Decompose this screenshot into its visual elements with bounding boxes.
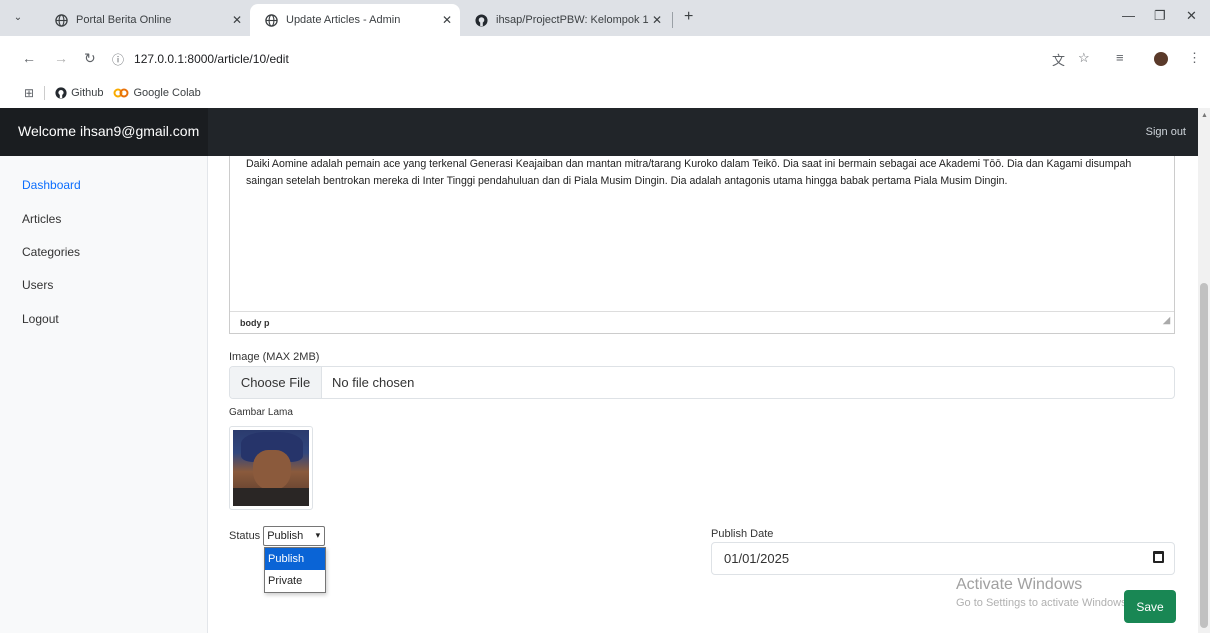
address-bar[interactable]: ⓘ 127.0.0.1:8000/article/10/edit [112, 44, 1072, 74]
bookmark-star-icon[interactable]: ☆ [1078, 50, 1090, 66]
scroll-up-arrow-icon[interactable]: ▲ [1201, 112, 1208, 119]
close-icon[interactable]: ✕ [442, 13, 452, 27]
calendar-icon[interactable] [1153, 551, 1164, 563]
tab-title: ihsap/ProjectPBW: Kelompok 1 [496, 14, 649, 26]
sign-out-link[interactable]: Sign out [1146, 126, 1186, 138]
restore-icon[interactable]: ❐ [1154, 8, 1166, 24]
tab-github-project[interactable]: ihsap/ProjectPBW: Kelompok 1 ✕ [460, 4, 670, 36]
menu-kebab-icon[interactable]: ⋮ [1188, 50, 1201, 66]
watermark-title: Activate Windows [956, 576, 1083, 593]
image-file-input[interactable]: Choose File No file chosen [229, 366, 1175, 399]
status-label: Status [229, 530, 261, 542]
globe-icon [54, 13, 68, 27]
sidebar-item-categories[interactable]: Categories [22, 245, 80, 259]
status-select[interactable]: Publish ▾ [263, 526, 326, 546]
status-row: Status Publish ▾ [229, 526, 326, 546]
github-icon [474, 13, 488, 27]
translate-icon[interactable]: 文 [1052, 50, 1065, 69]
sidebar-item-logout[interactable]: Logout [22, 312, 59, 326]
status-option-private[interactable]: Private [265, 570, 325, 592]
minimize-icon[interactable]: — [1122, 8, 1135, 23]
sidebar: Dashboard Articles Categories Users Logo… [0, 156, 208, 633]
resize-handle-icon[interactable]: ◢ [1163, 309, 1170, 331]
app-navbar: Welcome ihsan9@gmail.com Sign out [0, 108, 1198, 156]
tab-title: Portal Berita Online [76, 14, 172, 26]
character-image [233, 430, 309, 506]
bookmark-github[interactable]: Github [55, 87, 103, 99]
publish-date-input[interactable]: 01/01/2025 [711, 542, 1175, 575]
window-close-icon[interactable]: ✕ [1186, 8, 1197, 24]
editor-content[interactable]: Daiki Aomine adalah pemain ace yang terk… [246, 156, 1166, 190]
back-arrow-icon[interactable]: ← [22, 50, 36, 66]
close-icon[interactable]: ✕ [652, 13, 662, 27]
bookmark-label: Google Colab [133, 87, 201, 99]
tab-strip: ⌄ Portal Berita Online ✕ Update Articles… [0, 0, 1210, 36]
sidebar-item-articles[interactable]: Articles [22, 212, 61, 226]
browser-toolbar: ← → ↻ ⓘ 127.0.0.1:8000/article/10/edit 文… [0, 36, 1210, 82]
scroll-thumb[interactable] [1200, 283, 1208, 628]
close-icon[interactable]: ✕ [232, 13, 242, 27]
globe-icon [264, 13, 278, 27]
choose-file-button[interactable]: Choose File [230, 367, 322, 398]
bookmarks-separator [44, 86, 46, 100]
tab-search-icon[interactable]: ⌄ [8, 8, 28, 28]
new-tab-plus-icon[interactable]: + [684, 8, 693, 26]
tab-separator [672, 12, 673, 28]
bookmark-google-colab[interactable]: Google Colab [113, 87, 201, 99]
tab-title: Update Articles - Admin [286, 14, 401, 26]
forward-arrow-icon[interactable]: → [54, 50, 68, 66]
site-info-icon[interactable]: ⓘ [112, 51, 124, 68]
sidebar-item-dashboard[interactable]: Dashboard [22, 178, 81, 192]
colab-icon [113, 88, 129, 98]
old-image-label: Gambar Lama [229, 407, 293, 418]
main-content: Daiki Aomine adalah pemain ace yang terk… [208, 156, 1198, 633]
editor-statusbar: body p ◢ [230, 311, 1174, 333]
element-path: body p [240, 318, 270, 328]
profile-avatar[interactable] [1154, 52, 1168, 66]
tab-portal-berita[interactable]: Portal Berita Online ✕ [40, 4, 250, 36]
image-label: Image (MAX 2MB) [229, 351, 320, 363]
page-scrollbar[interactable]: ▲ [1198, 108, 1210, 633]
save-button[interactable]: Save [1124, 590, 1176, 623]
old-image-thumbnail [229, 426, 313, 510]
navbar-brand[interactable]: Welcome ihsan9@gmail.com [0, 108, 208, 156]
browser-window: ⌄ Portal Berita Online ✕ Update Articles… [0, 0, 1210, 633]
url-text: 127.0.0.1:8000/article/10/edit [134, 52, 289, 66]
rich-text-editor[interactable]: Daiki Aomine adalah pemain ace yang terk… [229, 156, 1175, 334]
status-selected-value: Publish [267, 530, 304, 542]
bookmarks-bar: ⊞ Github Google Colab [0, 82, 1210, 104]
no-file-text: No file chosen [332, 375, 415, 390]
watermark-subtitle: Go to Settings to activate Windows. [956, 597, 1130, 609]
tab-update-articles[interactable]: Update Articles - Admin ✕ [250, 4, 460, 36]
apps-grid-icon[interactable]: ⊞ [24, 86, 34, 100]
sidebar-item-users[interactable]: Users [22, 278, 53, 292]
bookmark-label: Github [71, 87, 104, 99]
status-dropdown: Publish Private [264, 547, 326, 593]
activate-windows-watermark: Activate Windows Go to Settings to activ… [956, 576, 1130, 609]
publish-date-label: Publish Date [711, 528, 774, 540]
reading-list-icon[interactable]: ≡ [1116, 50, 1124, 65]
reload-icon[interactable]: ↻ [84, 50, 96, 67]
status-option-publish[interactable]: Publish [265, 548, 325, 570]
github-icon [55, 87, 67, 99]
chevron-down-icon: ▾ [315, 530, 321, 540]
publish-date-value: 01/01/2025 [724, 551, 790, 566]
